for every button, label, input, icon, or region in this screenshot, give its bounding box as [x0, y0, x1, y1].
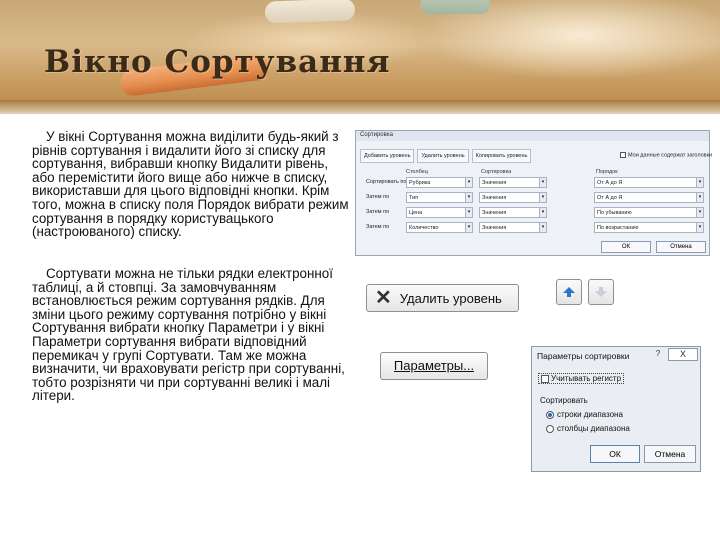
order-select[interactable]: От А до Я ▾ [594, 192, 704, 203]
sort-header: Сортировка [481, 169, 512, 175]
arrow-up-icon [563, 287, 575, 297]
sort-row[interactable]: Сортировать по Рубрика ▾ Значения ▾ От А д… [362, 177, 707, 189]
close-icon: ✕ [375, 287, 392, 309]
help-icon[interactable]: ? [652, 349, 664, 360]
sort-row[interactable]: Затем по Количество ▾ Значения ▾ По возрас… [362, 222, 707, 234]
column-select[interactable]: Тип ▾ [406, 192, 473, 203]
radio-dot [546, 424, 554, 433]
close-button[interactable]: X [668, 348, 698, 361]
chevron-down-icon: ▾ [465, 193, 472, 202]
sort-row-label: Сортировать по [366, 179, 407, 185]
chevron-down-icon: ▾ [539, 208, 546, 217]
chevron-down-icon: ▾ [696, 208, 703, 217]
radio-rows[interactable]: строки диапазона [546, 410, 623, 419]
order-select[interactable]: От А до Я ▾ [594, 177, 704, 188]
column-select[interactable]: Количество ▾ [406, 222, 473, 233]
chevron-down-icon: ▾ [465, 223, 472, 232]
checkbox-box [541, 374, 549, 383]
column-header: Столбец [406, 169, 428, 175]
headers-checkbox-label: Мои данные содержат заголовки [628, 152, 713, 159]
radio-rows-label: строки диапазона [557, 410, 623, 419]
case-sensitive-checkbox[interactable]: Учитывать регистр [538, 373, 625, 384]
order-select-value: По убыванию [597, 210, 632, 216]
sort-ok-button[interactable]: ОК [601, 241, 651, 253]
sort-select-value: Значения [482, 195, 507, 201]
sort-row[interactable]: Затем по Цена ▾ Значения ▾ По убыванию ▾ [362, 207, 707, 219]
header-strip [0, 100, 720, 112]
order-select-value: От А до Я [597, 195, 623, 201]
chalk-white [264, 0, 356, 24]
header-divider [0, 112, 720, 114]
sort-dialog-title: Сортировка [356, 131, 709, 141]
order-select-value: От А до Я [597, 180, 623, 186]
sort-row-label: Затем по [366, 209, 390, 215]
radio-dot [546, 410, 554, 419]
column-select-value: Тип [409, 195, 419, 201]
headers-checkbox[interactable]: Мои данные содержат заголовки [620, 152, 712, 158]
move-up-button[interactable] [556, 279, 582, 305]
sort-group-label: Сортировать [540, 396, 588, 405]
sort-select[interactable]: Значения ▾ [479, 207, 547, 218]
sort-select-value: Значения [482, 225, 507, 231]
slide-title: Вікно Сортування [44, 44, 391, 80]
parameters-button[interactable]: Параметры... [380, 352, 488, 380]
radio-columns[interactable]: столбцы диапазона [546, 424, 630, 433]
delete-level-label: Удалить уровень [399, 290, 502, 306]
chevron-down-icon: ▾ [465, 208, 472, 217]
sort-select-value: Значения [482, 210, 507, 216]
delete-level-button-small[interactable]: Удалить уровень [417, 149, 469, 163]
column-select-value: Рубрика [409, 180, 431, 186]
chevron-down-icon: ▾ [696, 193, 703, 202]
chevron-down-icon: ▾ [465, 178, 472, 187]
options-cancel-button[interactable]: Отмена [644, 445, 696, 463]
delete-level-button[interactable]: ✕ Удалить уровень [366, 284, 519, 312]
sort-row-label: Затем по [366, 224, 390, 230]
parameters-label: Параметры... [393, 358, 475, 373]
sort-select[interactable]: Значения ▾ [479, 192, 547, 203]
move-buttons [556, 279, 614, 305]
radio-columns-label: столбцы диапазона [557, 424, 630, 433]
sort-options-dialog: Параметры сортировки ? X Учитывать регис… [531, 346, 701, 472]
order-select[interactable]: По убыванию ▾ [594, 207, 704, 218]
column-select-value: Цена [409, 210, 423, 216]
order-select[interactable]: По возрастанию ▾ [594, 222, 704, 233]
options-dialog-title: Параметры сортировки [537, 351, 630, 361]
paragraph-2: Сортувати можна не тільки рядки електрон… [32, 266, 345, 404]
order-header: Порядок [596, 169, 618, 175]
move-down-button[interactable] [588, 279, 614, 305]
add-level-button[interactable]: Добавить уровень [360, 149, 415, 163]
order-select-value: По возрастанию [597, 225, 639, 231]
sort-dialog: Сортировка Добавить уровень Удалить уров… [355, 130, 712, 256]
chevron-down-icon: ▾ [539, 223, 546, 232]
sort-row[interactable]: Затем по Тип ▾ Значения ▾ От А до Я ▾ [362, 192, 707, 204]
sort-cancel-button[interactable]: Отмена [656, 241, 706, 253]
copy-level-button[interactable]: Копировать уровень [471, 149, 532, 163]
chevron-down-icon: ▾ [696, 223, 703, 232]
checkbox-box [620, 152, 626, 158]
chevron-down-icon: ▾ [696, 178, 703, 187]
paragraph-1: У вікні Сортування можна виділити будь-я… [32, 129, 349, 240]
sort-row-label: Затем по [366, 194, 390, 200]
chalk-green [420, 0, 490, 14]
case-sensitive-label: Учитывать регистр [551, 374, 622, 383]
sort-select-value: Значения [482, 180, 507, 186]
options-ok-button[interactable]: ОК [590, 445, 640, 463]
sort-dialog-toolbar: Добавить уровень Удалить уровень Копиров… [360, 149, 532, 163]
arrow-down-icon [595, 287, 607, 297]
chevron-down-icon: ▾ [539, 178, 546, 187]
column-select[interactable]: Цена ▾ [406, 207, 473, 218]
column-select[interactable]: Рубрика ▾ [406, 177, 473, 188]
sort-select[interactable]: Значения ▾ [479, 177, 547, 188]
sort-select[interactable]: Значения ▾ [479, 222, 547, 233]
chevron-down-icon: ▾ [539, 193, 546, 202]
column-select-value: Количество [409, 225, 439, 231]
